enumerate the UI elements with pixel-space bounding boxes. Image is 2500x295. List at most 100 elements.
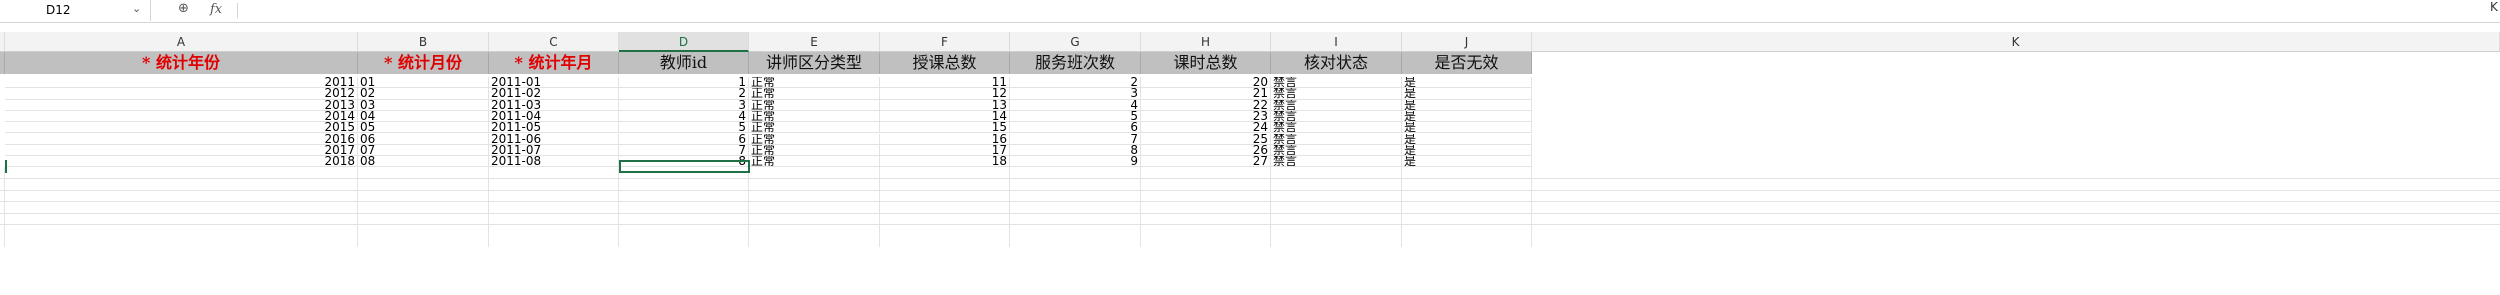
column-header-c[interactable]: C (489, 32, 619, 52)
table-cell[interactable]: 7 (1010, 133, 1141, 145)
table-cell[interactable]: 正常 (749, 144, 880, 157)
table-cell[interactable]: 2012 (5, 88, 358, 100)
table-cell[interactable]: 26 (1141, 144, 1271, 157)
grid-column-line (357, 167, 358, 248)
table-cell[interactable]: 5 (619, 122, 749, 134)
table-cell[interactable]: 2011-05 (489, 122, 619, 134)
table-cell[interactable]: 2013 (5, 99, 358, 111)
column-header-i[interactable]: I (1271, 32, 1402, 52)
table-cell[interactable]: 2017 (5, 144, 358, 157)
table-cell[interactable]: 是 (1402, 144, 1532, 157)
table-cell[interactable]: 12 (880, 88, 1010, 100)
grid-line (0, 212, 2500, 214)
zoom-icon[interactable]: ⊕ (178, 1, 189, 16)
table-cell[interactable]: 18 (880, 156, 1010, 168)
fx-icon[interactable]: fx (210, 2, 222, 17)
table-cell[interactable]: 是 (1402, 88, 1532, 100)
table-cell[interactable]: 禁言 (1271, 88, 1402, 100)
table-cell[interactable]: 2011-08 (489, 156, 619, 168)
table-cell[interactable]: 3 (1010, 88, 1141, 100)
table-cell[interactable]: 2011-07 (489, 144, 619, 157)
table-cell[interactable]: 6 (619, 133, 749, 145)
table-cell[interactable]: 11 (880, 77, 1010, 89)
column-header-e[interactable]: E (749, 32, 880, 52)
table-cell[interactable]: 14 (880, 110, 1010, 123)
table-cell[interactable]: 禁言 (1271, 133, 1402, 145)
table-cell[interactable]: 是 (1402, 133, 1532, 145)
table-cell[interactable]: 2011-06 (489, 133, 619, 145)
column-header-h[interactable]: H (1141, 32, 1271, 52)
table-cell[interactable]: 禁言 (1271, 122, 1402, 134)
table-cell[interactable]: 2018 (5, 156, 358, 168)
table-cell[interactable]: 2014 (5, 110, 358, 123)
table-cell[interactable]: 08 (358, 156, 489, 168)
table-cell[interactable]: 是 (1402, 110, 1532, 123)
table-cell[interactable]: 1 (619, 77, 749, 89)
table-cell[interactable]: 16 (880, 133, 1010, 145)
table-cell[interactable]: 2011-02 (489, 88, 619, 100)
name-box[interactable]: D12 ⌄ (0, 0, 151, 21)
table-cell[interactable]: 4 (1010, 99, 1141, 111)
column-header-a[interactable]: A (5, 32, 358, 52)
table-cell[interactable]: 15 (880, 122, 1010, 134)
table-cell[interactable]: 禁言 (1271, 110, 1402, 123)
table-cell[interactable]: 禁言 (1271, 156, 1402, 168)
table-cell[interactable]: 25 (1141, 133, 1271, 145)
table-cell[interactable]: 是 (1402, 122, 1532, 134)
table-cell[interactable]: 正常 (749, 133, 880, 145)
table-cell[interactable]: 9 (1010, 156, 1141, 168)
table-cell[interactable]: 20 (1141, 77, 1271, 89)
table-cell[interactable]: 06 (358, 133, 489, 145)
column-header-b[interactable]: B (358, 32, 489, 52)
table-cell[interactable]: 27 (1141, 156, 1271, 168)
table-cell[interactable]: 02 (358, 88, 489, 100)
table-cell[interactable]: 17 (880, 144, 1010, 157)
chevron-down-icon[interactable]: ⌄ (132, 2, 141, 15)
formula-input[interactable] (240, 0, 2480, 21)
table-cell[interactable]: 03 (358, 99, 489, 111)
table-cell[interactable]: 21 (1141, 88, 1271, 100)
column-header-j[interactable]: J (1402, 32, 1532, 52)
table-cell[interactable]: 2 (1010, 77, 1141, 89)
table-cell[interactable]: 01 (358, 77, 489, 89)
table-cell[interactable]: 07 (358, 144, 489, 157)
column-header-g[interactable]: G (1010, 32, 1141, 52)
table-cell[interactable]: 6 (1010, 122, 1141, 134)
selected-cell-d12[interactable] (619, 160, 750, 173)
table-cell[interactable]: 23 (1141, 110, 1271, 123)
column-header-d[interactable]: D (619, 32, 749, 52)
column-header-f[interactable]: F (880, 32, 1010, 52)
table-cell[interactable]: 禁言 (1271, 77, 1402, 89)
table-cell[interactable]: 2016 (5, 133, 358, 145)
table-cell[interactable]: 是 (1402, 156, 1532, 168)
header-cell: * 统计月份 (358, 52, 489, 74)
table-cell[interactable]: 5 (1010, 110, 1141, 123)
table-cell[interactable]: 2011 (5, 77, 358, 89)
table-cell[interactable]: 8 (1010, 144, 1141, 157)
table-cell[interactable]: 2011-04 (489, 110, 619, 123)
table-cell[interactable]: 7 (619, 144, 749, 157)
table-cell[interactable]: 正常 (749, 122, 880, 134)
column-header-k[interactable]: K (1532, 32, 2500, 52)
table-cell[interactable]: 禁言 (1271, 99, 1402, 111)
table-cell[interactable]: 禁言 (1271, 144, 1402, 157)
table-cell[interactable]: 24 (1141, 122, 1271, 134)
table-cell[interactable]: 3 (619, 99, 749, 111)
table-cell[interactable]: 2 (619, 88, 749, 100)
table-cell[interactable]: 22 (1141, 99, 1271, 111)
table-cell[interactable]: 正常 (749, 77, 880, 89)
table-cell[interactable]: 是 (1402, 99, 1532, 111)
header-cell: 服务班次数 (1010, 52, 1141, 74)
table-cell[interactable]: 4 (619, 110, 749, 123)
table-cell[interactable]: 13 (880, 99, 1010, 111)
table-cell[interactable]: 正常 (749, 88, 880, 100)
table-cell[interactable]: 是 (1402, 77, 1532, 89)
table-cell[interactable]: 正常 (749, 110, 880, 123)
table-cell[interactable]: 2011-03 (489, 99, 619, 111)
table-cell[interactable]: 2015 (5, 122, 358, 134)
table-cell[interactable]: 正常 (749, 156, 880, 168)
table-cell[interactable]: 2011-01 (489, 77, 619, 89)
table-cell[interactable]: 正常 (749, 99, 880, 111)
table-cell[interactable]: 05 (358, 122, 489, 134)
table-cell[interactable]: 04 (358, 110, 489, 123)
